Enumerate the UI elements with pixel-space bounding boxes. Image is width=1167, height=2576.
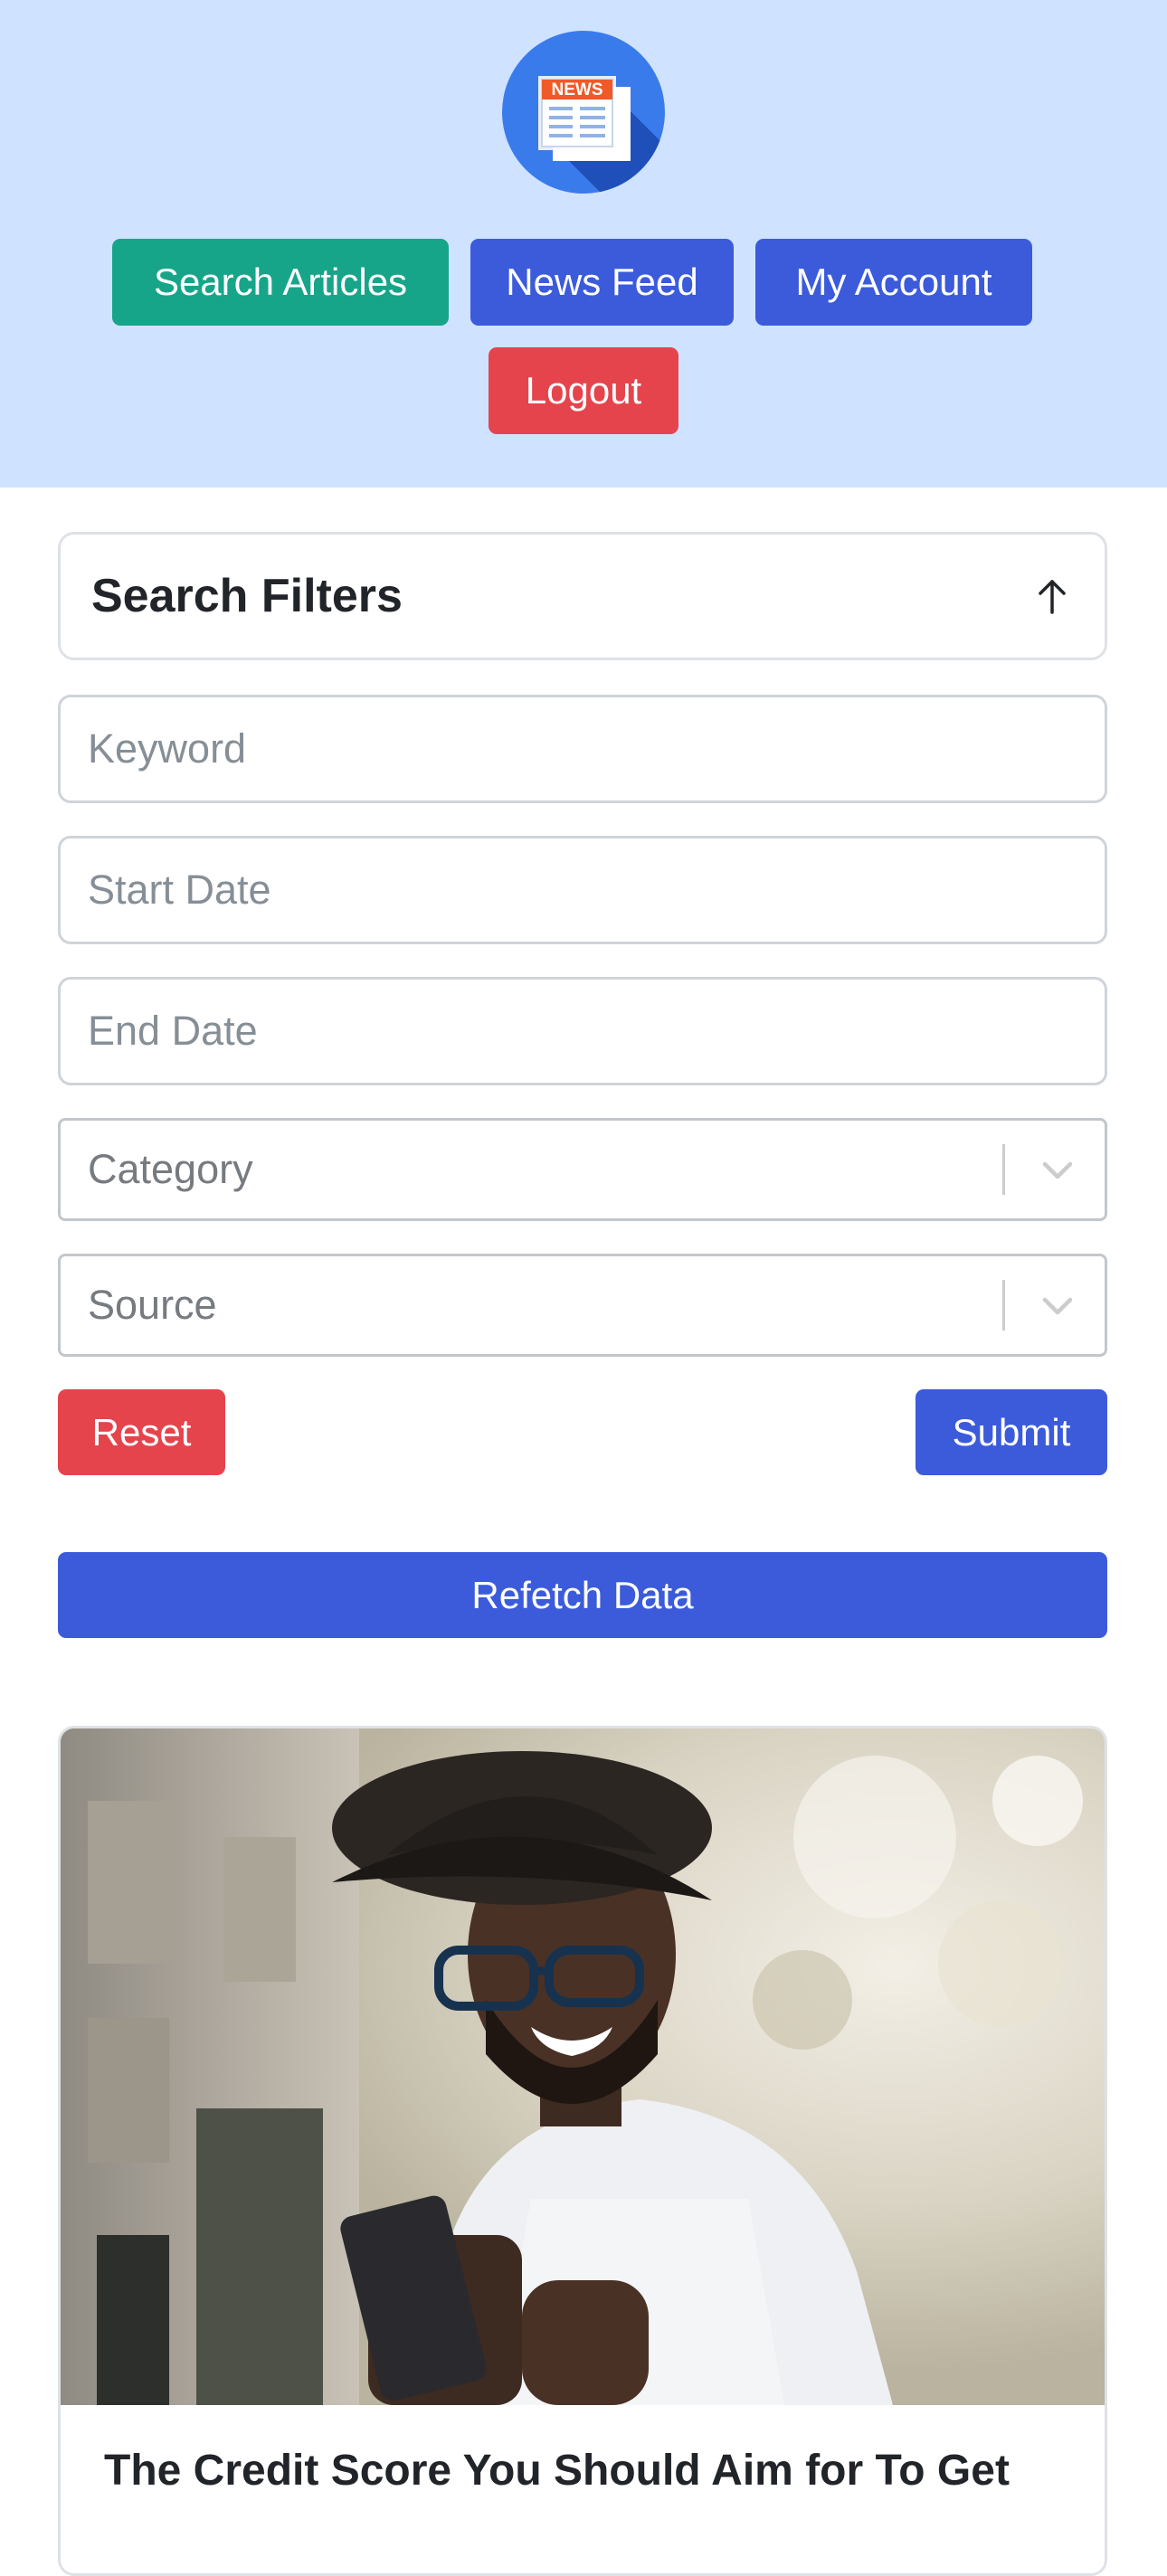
newspaper-icon: NEWS (538, 76, 665, 194)
top-header: NEWS Search Articles News Feed My Accoun… (0, 0, 1167, 488)
keyword-input[interactable] (58, 695, 1107, 803)
submit-button[interactable]: Submit (916, 1389, 1107, 1475)
search-articles-button[interactable]: Search Articles (112, 239, 449, 326)
news-feed-button[interactable]: News Feed (470, 239, 734, 326)
article-card[interactable]: The Credit Score You Should Aim for To G… (58, 1726, 1107, 2576)
start-date-input[interactable] (58, 836, 1107, 944)
news-logo[interactable]: NEWS (502, 31, 665, 194)
refetch-data-button[interactable]: Refetch Data (58, 1552, 1107, 1638)
article-image[interactable] (61, 1728, 1105, 2405)
logo-text: NEWS (552, 80, 603, 99)
arrow-up-icon (1039, 580, 1066, 614)
my-account-button[interactable]: My Account (755, 239, 1032, 326)
article-title[interactable]: The Credit Score You Should Aim for To G… (104, 2443, 1063, 2499)
chevron-down-icon[interactable] (1039, 1151, 1076, 1188)
logout-button[interactable]: Logout (489, 347, 678, 434)
select-separator (1002, 1280, 1005, 1331)
chevron-down-icon[interactable] (1039, 1287, 1076, 1323)
reset-button[interactable]: Reset (58, 1389, 225, 1475)
end-date-input[interactable] (58, 977, 1107, 1085)
source-placeholder: Source (88, 1282, 217, 1328)
category-select[interactable]: Category (58, 1118, 1107, 1221)
select-separator (1002, 1144, 1005, 1195)
search-filters-title: Search Filters (91, 570, 403, 622)
category-placeholder: Category (88, 1146, 253, 1192)
search-filters-toggle[interactable]: Search Filters (58, 532, 1107, 660)
source-select[interactable]: Source (58, 1254, 1107, 1357)
